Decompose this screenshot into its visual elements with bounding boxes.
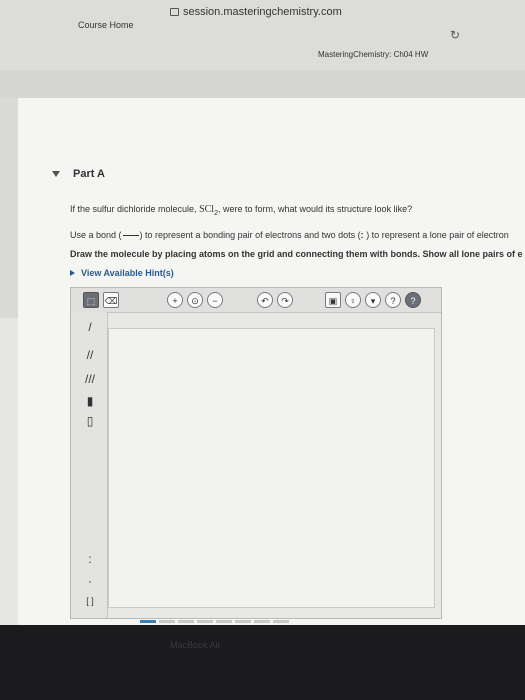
triple-bond-icon[interactable]: /// <box>81 372 99 386</box>
lightbulb-icon[interactable]: ♀ <box>345 292 361 308</box>
view-hints-link[interactable]: View Available Hint(s) <box>70 268 174 278</box>
dash-bond-icon[interactable]: ▯ <box>81 414 99 428</box>
laptop-bezel-label: MacBook Air <box>170 640 221 650</box>
chevron-down-icon[interactable]: ▾ <box>365 292 381 308</box>
address-bar[interactable]: session.masteringchemistry.com <box>170 6 342 18</box>
url-text: session.masteringchemistry.com <box>183 6 342 18</box>
reload-icon[interactable]: ↻ <box>448 28 462 42</box>
zoom-in-icon[interactable]: + <box>167 292 183 308</box>
progress-mark <box>159 620 175 623</box>
editor-toolbar: ⬚ ⌫ + ⊙ − ↶ ↷ ▣ ♀ ▾ ? ? <box>71 288 441 313</box>
lock-icon <box>170 8 179 16</box>
bracket-icon[interactable]: [ ] <box>81 594 99 608</box>
help-icon[interactable]: ? <box>405 292 421 308</box>
undo-icon[interactable]: ↶ <box>257 292 273 308</box>
drawing-canvas[interactable] <box>108 328 435 608</box>
bond-palette: / // /// ▮ ▯ : · [ ] <box>71 312 108 618</box>
left-rail <box>0 98 18 318</box>
double-bond-icon[interactable]: // <box>81 348 99 362</box>
zoom-out-icon[interactable]: − <box>207 292 223 308</box>
progress-mark <box>178 620 194 623</box>
part-title: Part A <box>73 168 105 180</box>
bond-line-icon <box>122 235 139 237</box>
tab-title[interactable]: MasteringChemistry: Ch04 HW <box>318 50 428 59</box>
molecule-editor: ⬚ ⌫ + ⊙ − ↶ ↷ ▣ ♀ ▾ ? ? / // /// ▮ ▯ : ·… <box>70 287 442 619</box>
progress-mark <box>197 620 213 623</box>
course-home-link[interactable]: Course Home <box>78 20 134 30</box>
expand-arrow-icon <box>70 270 75 276</box>
eraser-icon[interactable]: ⌫ <box>103 292 119 308</box>
header-band <box>0 70 525 98</box>
progress-mark <box>254 620 270 623</box>
radical-icon[interactable]: · <box>81 574 99 588</box>
wedge-bond-icon[interactable]: ▮ <box>81 394 99 408</box>
redo-icon[interactable]: ↷ <box>277 292 293 308</box>
question-line-3: Draw the molecule by placing atoms on th… <box>70 249 523 259</box>
screen: session.masteringchemistry.com Course Ho… <box>0 0 525 625</box>
lone-pair-icon[interactable]: : <box>81 552 99 566</box>
progress-mark <box>140 620 156 623</box>
select-tool-icon[interactable]: ⬚ <box>83 292 99 308</box>
question-line-1: If the sulfur dichloride molecule, SCl2,… <box>70 204 413 217</box>
question-line-2: Use a bond () to represent a bonding pai… <box>70 230 509 240</box>
info-icon[interactable]: ? <box>385 292 401 308</box>
formula: SCl <box>199 204 215 215</box>
progress-marks <box>140 610 430 623</box>
image-icon[interactable]: ▣ <box>325 292 341 308</box>
single-bond-icon[interactable]: / <box>81 320 99 334</box>
progress-mark <box>273 620 289 623</box>
progress-mark <box>235 620 251 623</box>
browser-toolbar: session.masteringchemistry.com Course Ho… <box>0 0 525 71</box>
zoom-fit-icon[interactable]: ⊙ <box>187 292 203 308</box>
progress-mark <box>216 620 232 623</box>
collapse-arrow-icon[interactable] <box>52 171 60 177</box>
